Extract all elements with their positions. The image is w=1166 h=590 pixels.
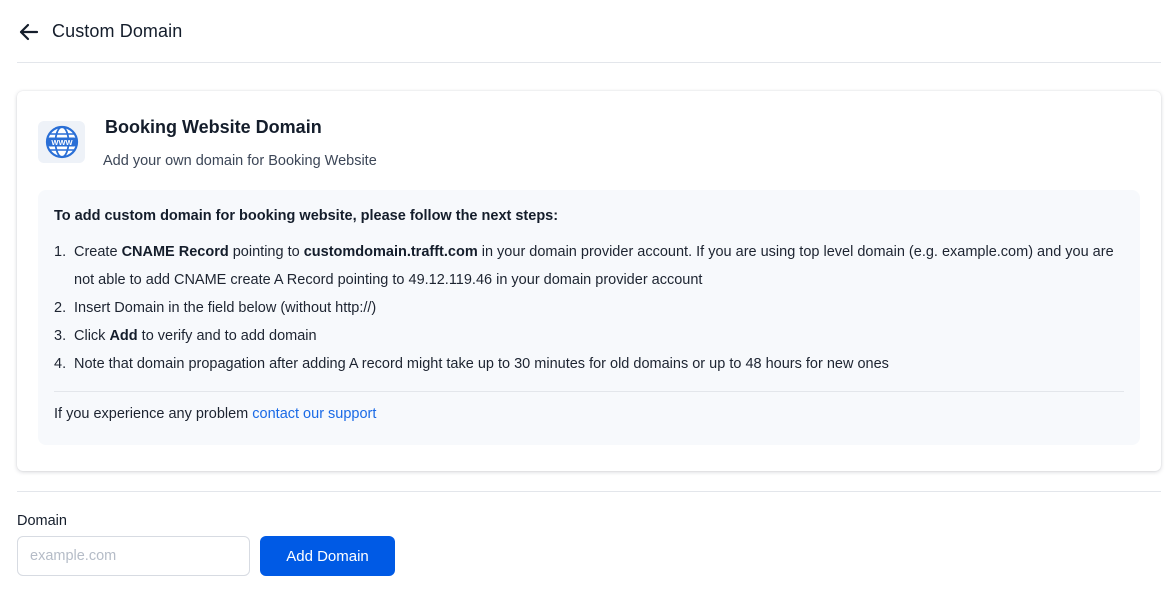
step-item: 4. Note that domain propagation after ad… [54, 350, 1124, 378]
section-divider [17, 491, 1161, 492]
booking-domain-card: WWW Booking Website Domain Add your own … [17, 91, 1161, 471]
step-number: 2. [54, 300, 67, 316]
instructions-heading: To add custom domain for booking website… [54, 208, 559, 224]
www-icon-text: WWW [51, 138, 73, 147]
step-text: Click Add to verify and to add domain [74, 328, 317, 344]
step-number: 4. [54, 356, 67, 372]
step-item: 3. Click Add to verify and to add domain [54, 322, 1124, 350]
step-item: 2. Insert Domain in the field below (wit… [54, 294, 1124, 322]
steps-list: 1. Create CNAME Record pointing to custo… [54, 238, 1124, 378]
contact-support-link[interactable]: contact our support [252, 406, 376, 422]
step-number: 1. [54, 244, 67, 260]
custom-domain-page: Custom Domain WWW Booking Website Domain… [0, 0, 1166, 590]
page-header: Custom Domain [17, 0, 1161, 63]
support-line: If you experience any problem contact ou… [54, 406, 377, 422]
step-text: Insert Domain in the field below (withou… [74, 300, 377, 316]
add-domain-button[interactable]: Add Domain [260, 536, 395, 576]
step-text: Note that domain propagation after addin… [74, 356, 889, 372]
page-title: Custom Domain [52, 20, 183, 41]
card-subtitle: Add your own domain for Booking Website [103, 153, 377, 169]
step-item: 1. Create CNAME Record pointing to custo… [54, 238, 1124, 294]
cname-record-text: CNAME Record [121, 244, 229, 260]
domain-label: Domain [17, 513, 67, 529]
arrow-left-icon[interactable] [17, 20, 41, 44]
card-title: Booking Website Domain [105, 117, 322, 137]
target-domain-text: customdomain.trafft.com [303, 244, 478, 260]
instructions-divider [54, 391, 1124, 392]
step-number: 3. [54, 328, 67, 344]
www-globe-icon: WWW [38, 121, 85, 163]
instructions-box: To add custom domain for booking website… [38, 190, 1140, 445]
domain-input[interactable] [17, 536, 250, 576]
step-text: Create CNAME Record pointing to customdo… [74, 244, 1114, 288]
